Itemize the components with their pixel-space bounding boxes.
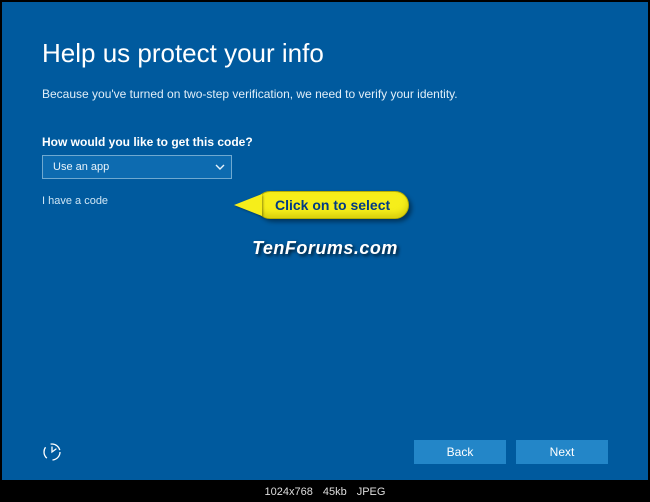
ease-of-access-icon[interactable] <box>42 442 62 462</box>
status-size: 45kb <box>323 486 347 498</box>
have-code-link[interactable]: I have a code <box>42 195 108 207</box>
annotation-callout: Click on to select <box>234 191 409 219</box>
back-button[interactable]: Back <box>414 440 506 464</box>
next-button[interactable]: Next <box>516 440 608 464</box>
code-method-label: How would you like to get this code? <box>42 135 608 149</box>
page-subtitle: Because you've turned on two-step verifi… <box>42 87 608 101</box>
code-method-dropdown[interactable]: Use an app <box>42 155 232 179</box>
page-title: Help us protect your info <box>42 38 608 69</box>
footer-bar: Back Next <box>42 440 608 464</box>
annotation-text: Click on to select <box>256 191 409 219</box>
callout-arrow-icon <box>234 194 262 216</box>
chevron-down-icon <box>215 162 225 172</box>
watermark-text: TenForums.com <box>252 238 398 259</box>
dropdown-selected-value: Use an app <box>53 161 109 173</box>
status-dimensions: 1024x768 <box>265 486 313 498</box>
image-status-bar: 1024x768 45kb JPEG <box>0 482 650 502</box>
oobe-screen: Help us protect your info Because you've… <box>2 2 648 480</box>
button-row: Back Next <box>414 440 608 464</box>
status-format: JPEG <box>357 486 386 498</box>
